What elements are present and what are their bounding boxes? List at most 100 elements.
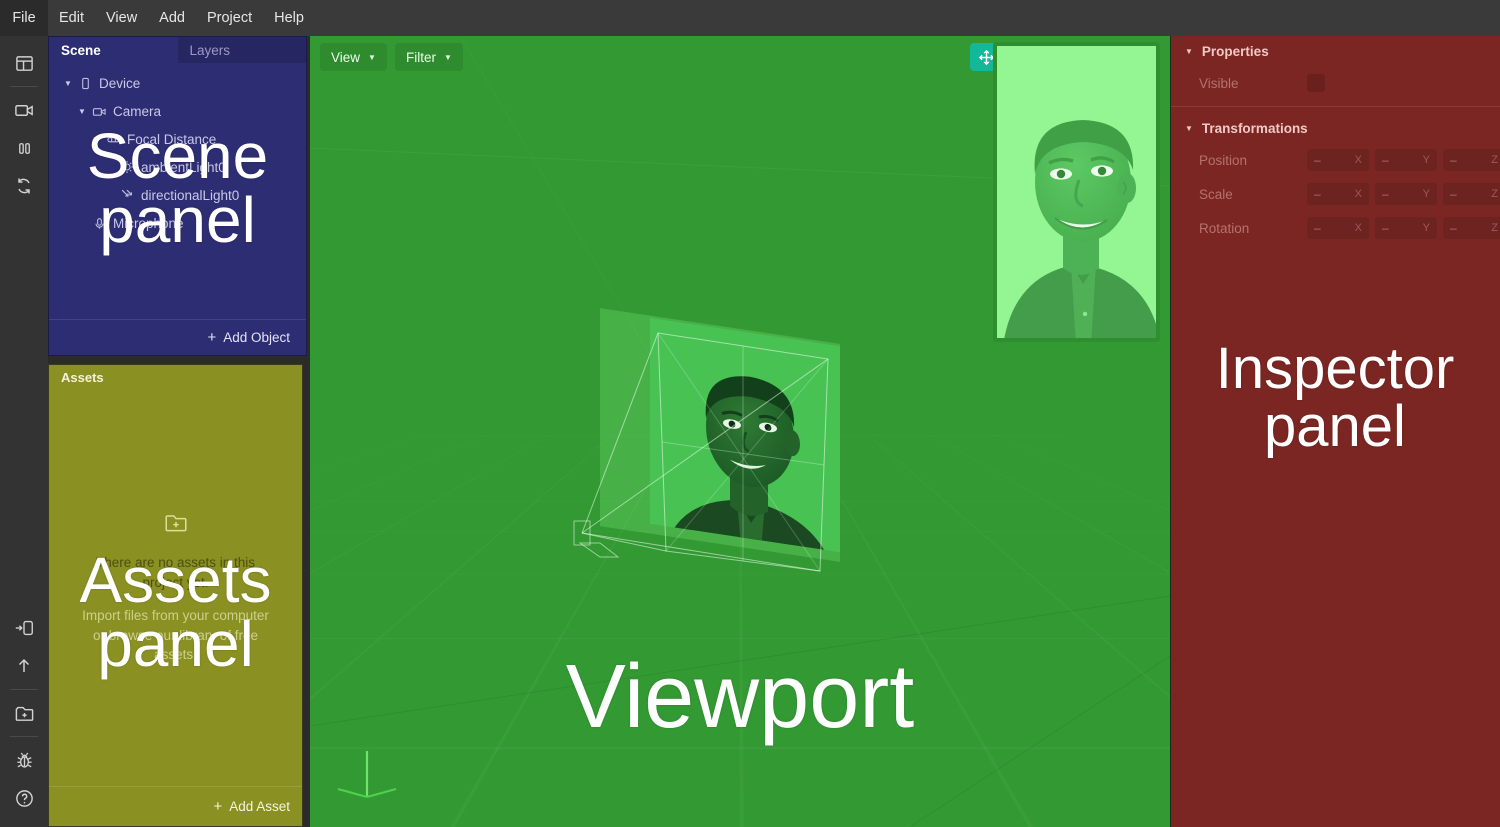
chevron-down-icon[interactable]: ▼	[61, 79, 75, 88]
left-icon-rail	[0, 36, 48, 827]
camera-preview-window[interactable]	[993, 42, 1160, 342]
chevron-down-icon[interactable]: ▼	[75, 107, 89, 116]
upload-icon[interactable]	[0, 647, 48, 685]
new-folder-icon[interactable]	[0, 694, 48, 732]
scene-tree: ▼ Device ▼ Camera ▼ Focal Distance ambie…	[49, 63, 306, 319]
tab-layers[interactable]: Layers	[177, 37, 306, 63]
visible-row: Visible	[1171, 66, 1500, 100]
tree-item-label: Microphone	[113, 215, 184, 231]
axis-label-x: X	[1354, 188, 1362, 200]
rail-divider-3	[10, 736, 38, 737]
ambient-light-icon	[117, 160, 137, 174]
rotation-y-value: –	[1382, 221, 1389, 235]
layout-icon[interactable]	[0, 44, 48, 82]
debug-bug-icon[interactable]	[0, 741, 48, 779]
add-asset-button[interactable]: + Add Asset	[213, 799, 290, 814]
rotation-z-field[interactable]: – Z	[1443, 217, 1500, 239]
position-label: Position	[1199, 152, 1248, 168]
menu-bar: File Edit View Add Project Help	[0, 0, 1500, 36]
tree-item-camera[interactable]: ▼ Camera	[49, 97, 306, 125]
tree-item-label: Device	[99, 75, 141, 91]
scale-x-field[interactable]: – X	[1307, 183, 1369, 205]
chevron-down-icon: ▼	[368, 52, 376, 62]
tree-item-device[interactable]: ▼ Device	[49, 69, 306, 97]
assets-empty-subtitle: Import files from your computer or brows…	[82, 608, 269, 663]
menu-item-help[interactable]: Help	[263, 0, 315, 36]
viewport[interactable]: View ▼ Filter ▼	[310, 36, 1170, 827]
device-icon	[75, 77, 95, 90]
view-dropdown[interactable]: View ▼	[320, 43, 387, 71]
assets-empty-state: There are no assets in this project yet.…	[49, 389, 302, 786]
position-y-field[interactable]: – Y	[1375, 149, 1437, 171]
rotation-x-field[interactable]: – X	[1307, 217, 1369, 239]
scene-object-plane-fill	[600, 308, 840, 562]
menu-item-file[interactable]: File	[12, 0, 35, 36]
filter-dropdown[interactable]: Filter ▼	[394, 43, 463, 71]
assets-panel-title: Assets	[61, 369, 104, 385]
send-to-device-icon[interactable]	[0, 609, 48, 647]
tree-item-directionallight0[interactable]: ▼ directionalLight0	[49, 181, 306, 209]
reset-icon[interactable]	[0, 167, 48, 205]
filter-dropdown-label: Filter	[405, 49, 436, 65]
camera-frustum-gizmo[interactable]	[570, 321, 910, 591]
scale-x-value: –	[1314, 187, 1321, 201]
tree-item-label: Focal Distance	[127, 131, 217, 147]
chevron-down-icon[interactable]: ▼	[89, 135, 103, 144]
scene-object-plane[interactable]	[650, 314, 840, 553]
menu-item-view[interactable]: View	[95, 0, 148, 36]
help-icon[interactable]	[0, 779, 48, 817]
menu-file-cell[interactable]: File	[0, 0, 48, 36]
axis-label-x: X	[1354, 154, 1362, 166]
transformations-section-title: Transformations	[1201, 120, 1308, 136]
inspector-panel: ▼ Properties Visible ▼ Transformations P…	[1170, 36, 1500, 827]
tree-item-microphone[interactable]: ▼ Microphone	[49, 209, 306, 237]
camera-preview-image	[997, 46, 1156, 338]
scale-y-field[interactable]: – Y	[1375, 183, 1437, 205]
axis-label-x: X	[1354, 222, 1362, 234]
chevron-down-icon[interactable]: ▼	[1185, 124, 1193, 133]
rotation-y-field[interactable]: – Y	[1375, 217, 1437, 239]
add-object-button[interactable]: + Add Object	[207, 330, 290, 345]
camera-icon[interactable]	[0, 91, 48, 129]
visible-label: Visible	[1199, 75, 1239, 91]
scale-z-field[interactable]: – Z	[1443, 183, 1500, 205]
transformations-section-header[interactable]: ▼ Transformations	[1171, 113, 1500, 143]
scene-panel-footer: + Add Object	[49, 319, 306, 355]
pause-icon[interactable]	[0, 129, 48, 167]
tree-item-ambientlight0[interactable]: ▼ ambientLight0	[49, 153, 306, 181]
axis-label-y: Y	[1422, 222, 1430, 234]
visible-checkbox[interactable]	[1307, 74, 1325, 92]
menu-item-project[interactable]: Project	[196, 0, 263, 36]
directional-light-icon	[117, 188, 137, 202]
chevron-down-icon: ▼	[443, 52, 452, 62]
add-asset-label: Add Asset	[229, 799, 290, 814]
menu-item-edit[interactable]: Edit	[48, 0, 95, 36]
properties-section-header[interactable]: ▼ Properties	[1171, 36, 1500, 66]
rotation-x-value: –	[1314, 221, 1321, 235]
inspector-divider	[1171, 106, 1500, 107]
tree-item-focal-distance[interactable]: ▼ Focal Distance	[49, 125, 306, 153]
viewport-ground-grid	[310, 435, 1170, 827]
app-root: File Edit View Add Project Help Scene La…	[0, 0, 1500, 827]
assets-empty-title: There are no assets in this project yet.	[95, 555, 256, 590]
chevron-down-icon[interactable]: ▼	[1185, 47, 1193, 56]
position-x-field[interactable]: – X	[1307, 149, 1369, 171]
rotation-fields: – X – Y – Z	[1307, 217, 1500, 239]
position-z-field[interactable]: – Z	[1443, 149, 1500, 171]
tree-item-label: Camera	[113, 103, 162, 119]
axis-label-z: Z	[1491, 154, 1498, 166]
rotation-z-value: –	[1450, 221, 1457, 235]
position-fields: – X – Y – Z	[1307, 149, 1500, 171]
assets-panel: Assets There are no assets in this proje…	[48, 364, 303, 827]
microphone-icon	[89, 217, 109, 230]
assets-panel-footer: + Add Asset	[49, 786, 302, 826]
tree-item-label: ambientLight0	[141, 159, 226, 175]
menu-item-add[interactable]: Add	[148, 0, 196, 36]
plus-icon: +	[207, 329, 217, 346]
scale-row: Scale – X – Y – Z	[1171, 177, 1500, 211]
axis-label-y: Y	[1422, 188, 1430, 200]
scene-panel-tabs: Scene Layers	[49, 37, 306, 63]
scale-fields: – X – Y – Z	[1307, 183, 1500, 205]
tab-scene[interactable]: Scene	[49, 37, 178, 63]
axis-gizmo[interactable]	[332, 739, 402, 809]
